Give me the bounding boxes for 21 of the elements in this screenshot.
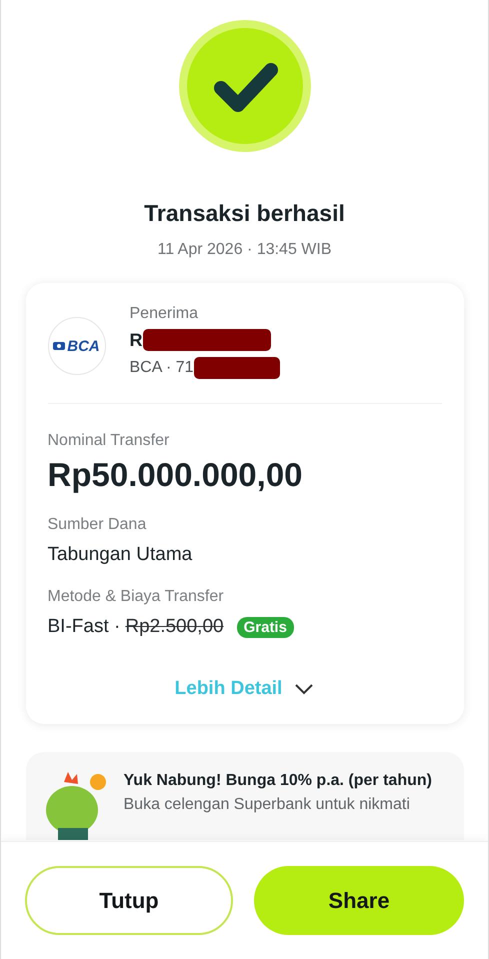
- status-title: Transaksi berhasil: [144, 200, 345, 227]
- original-fee: Rp2.500,00: [125, 616, 224, 638]
- detail-label: Sumber Dana: [48, 516, 148, 534]
- bank-logo: BCA: [48, 317, 106, 375]
- transaction-timestamp: 11 Apr 2026 · 13:45 WIB: [157, 241, 332, 259]
- transfer-amount: Rp50.000.000,00: [48, 456, 304, 494]
- account-number: BCA · 71: [130, 359, 194, 377]
- free-badge: Gratis: [236, 616, 294, 638]
- detail-label: Nominal Transfer: [48, 432, 170, 450]
- detail-value: Tabungan Utama: [48, 544, 194, 566]
- recipient-name: R: [130, 330, 142, 350]
- checkmark-icon: [176, 18, 312, 154]
- share-button[interactable]: Share: [254, 866, 464, 935]
- promo-text: Buka celengan Superbank untuk nikmati: [124, 796, 411, 814]
- detail-label: Metode & Biaya Transfer: [48, 588, 225, 606]
- promo-card[interactable]: Yuk Nabung! Bunga 10% p.a. (per tahun) Buka celengan Superbank untuk nikmati: [26, 752, 464, 840]
- detail-value: BI-Fast ·: [48, 616, 120, 638]
- close-button[interactable]: Tutup: [25, 866, 233, 935]
- recipient-label: Penerima: [130, 305, 199, 323]
- promo-title: Yuk Nabung! Bunga 10% p.a. (per tahun): [124, 772, 432, 790]
- chevron-down-icon: [294, 683, 314, 695]
